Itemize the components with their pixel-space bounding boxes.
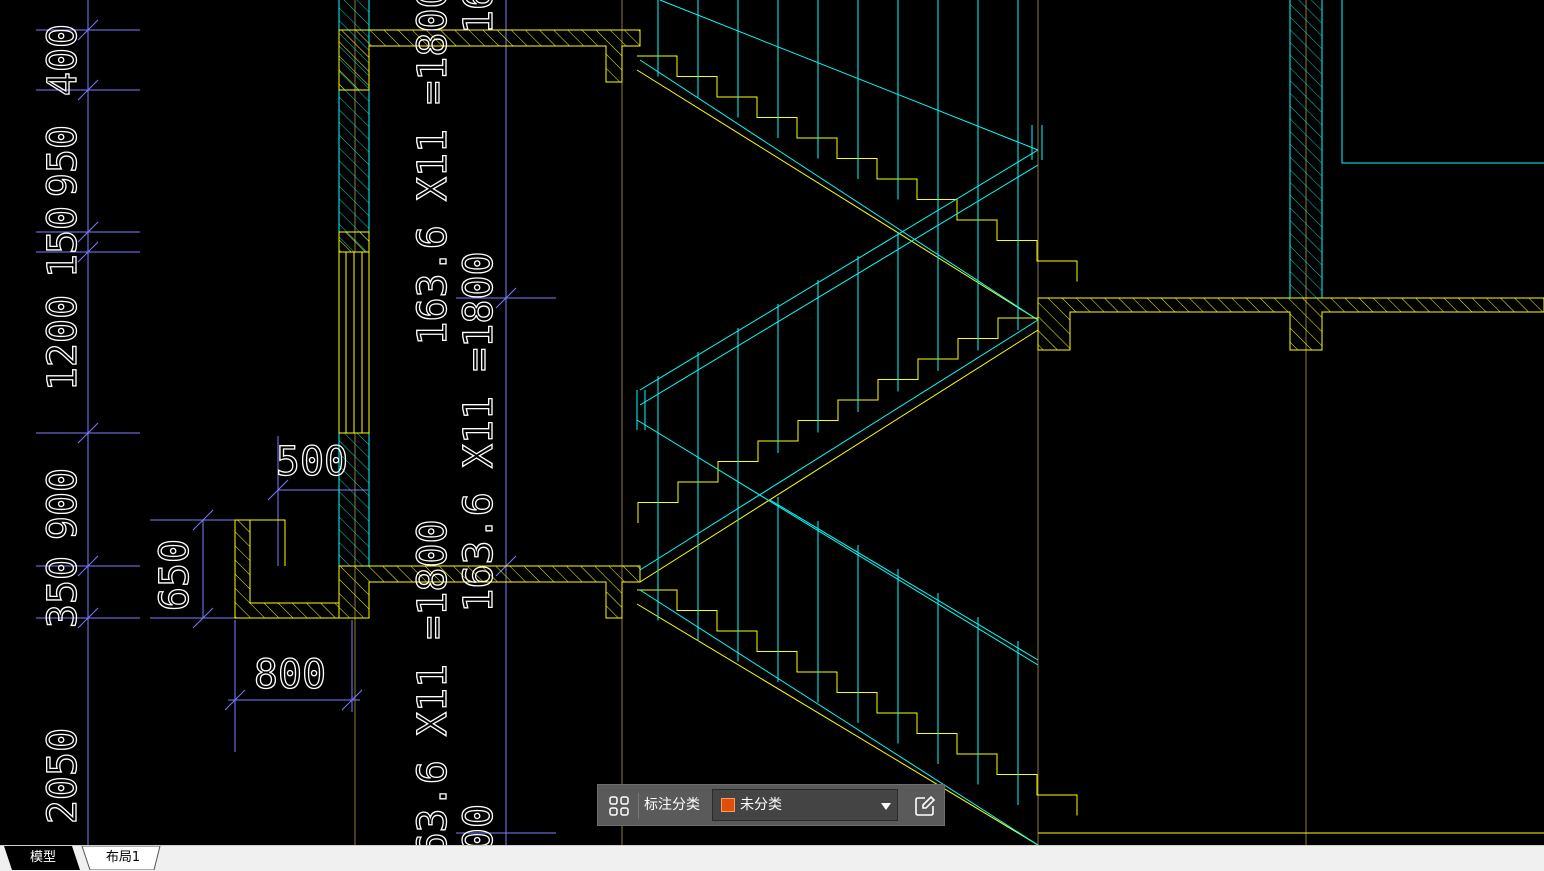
dim-500: 500 [276, 439, 348, 485]
dim-400: 400 [40, 24, 86, 96]
stair-label-2: 163.6 X11 =1800 [456, 251, 502, 612]
partial-label-00: 00 [456, 804, 502, 845]
railing-middle-bottom [639, 319, 1039, 571]
floor-slabs [338, 29, 1544, 619]
tab-layout1[interactable]: 布局1 [80, 846, 166, 870]
toolbar-divider [638, 793, 639, 819]
grid-icon[interactable] [604, 791, 634, 821]
partial-label-16: 16 [456, 0, 502, 34]
railing-lower-top2 [769, 499, 1039, 661]
drawing-canvas[interactable]: 400 950 150 1200 900 350 2050 500 650 80… [0, 0, 1544, 845]
dim-950: 950 [40, 125, 86, 197]
dim-800: 800 [254, 652, 326, 698]
chevron-down-icon [881, 803, 891, 810]
dim-150: 150 [40, 206, 86, 278]
dim-1200: 1200 [40, 295, 86, 391]
tab-layout1-label: 布局1 [105, 850, 141, 865]
annotation-category-label: 标注分类 [644, 797, 700, 813]
category-color-swatch [721, 798, 735, 812]
annotation-category-select[interactable]: 未分类 [712, 789, 898, 821]
tab-model[interactable]: 模型 [0, 846, 82, 870]
dim-2050: 2050 [40, 728, 86, 824]
dim-900: 900 [40, 468, 86, 540]
stair-label-3: 163.6 X11 =1800 [410, 519, 456, 845]
stair-slab-middle [639, 329, 1039, 583]
dim-350: 350 [40, 556, 86, 628]
axis-lines [87, 0, 1307, 845]
stair-label-1: 163.6 X11 =1800 [410, 0, 456, 346]
edit-icon[interactable] [910, 791, 940, 821]
annotation-toolbar: 标注分类 未分类 [597, 784, 945, 826]
tab-model-label: 模型 [29, 850, 56, 865]
annotation-category-value: 未分类 [740, 797, 782, 813]
dim-650: 650 [152, 539, 198, 611]
layout-tab-bar: 模型 布局1 [0, 845, 1544, 871]
right-column [1289, 0, 1544, 298]
stair-steps-upper [637, 55, 1078, 282]
railing-upper-top [659, 0, 1039, 151]
stair-steps-lower [637, 589, 1078, 816]
